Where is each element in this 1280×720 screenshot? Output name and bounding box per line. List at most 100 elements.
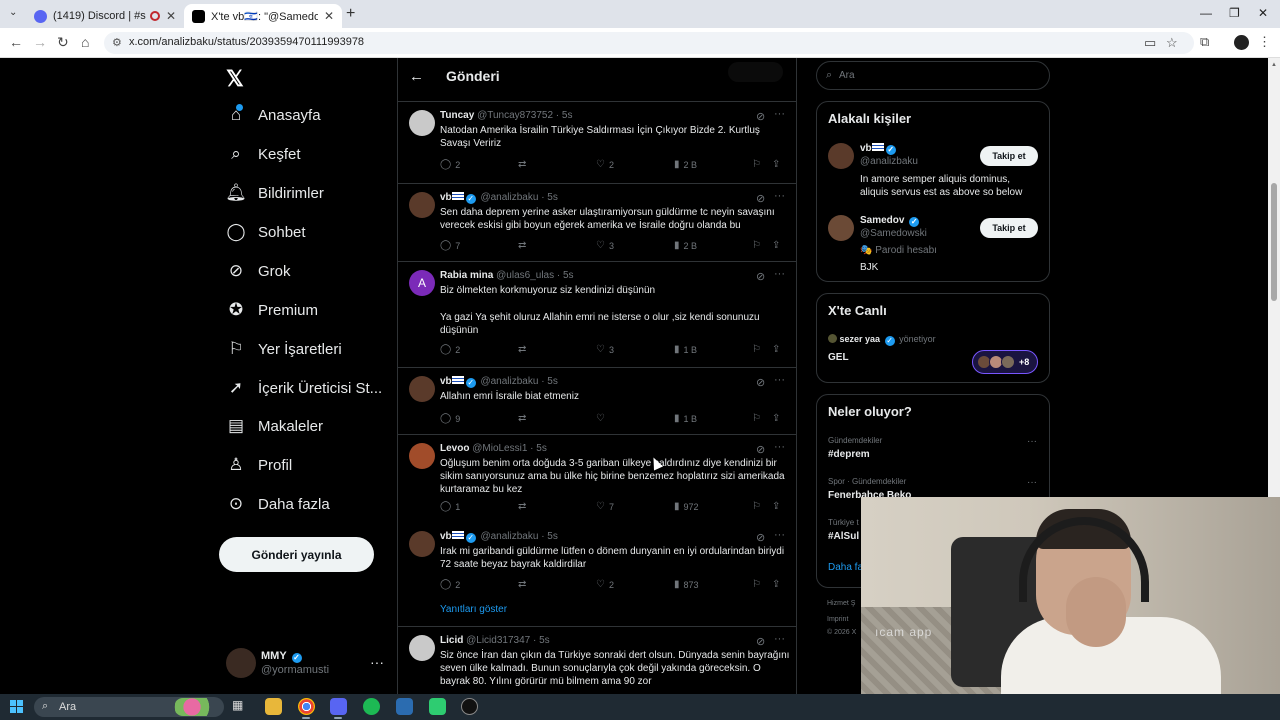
reply-button[interactable]: ◯ 7 <box>440 240 460 251</box>
follow-button[interactable]: Takip et <box>980 146 1038 166</box>
back-arrow-icon[interactable]: ← <box>409 68 424 85</box>
sidebar-item-i-çerik-üreticisi-st-[interactable]: ➚ İçerik Üreticisi St... <box>226 378 382 398</box>
views-button[interactable]: ▮ 873 <box>674 579 699 590</box>
post[interactable]: Licid @Licid317347 · 5s ⊘ ··· Siz önce İran… <box>398 627 796 694</box>
account-switcher[interactable]: MMY ✓ @yormamusti ··· <box>226 648 386 680</box>
reply-button[interactable]: ◯ 2 <box>440 579 460 590</box>
new-tab-icon[interactable]: + <box>346 5 355 23</box>
more-icon[interactable]: ··· <box>774 529 785 541</box>
windows-start-icon[interactable] <box>10 700 23 713</box>
avatar[interactable] <box>409 376 435 402</box>
repost-button[interactable]: ⇄ <box>518 501 526 512</box>
author-name[interactable]: Rabia mina <box>440 270 493 281</box>
post[interactable]: vb ✓ @analizbaku · 5s ⊘ ··· Allahın emri İsr… <box>398 368 796 435</box>
post-button[interactable]: Gönderi yayınla <box>219 537 374 572</box>
sidebar-item-yer-i-şaretleri[interactable]: ⚐ Yer İşaretleri <box>226 339 341 359</box>
avatar[interactable] <box>409 443 435 469</box>
spotify-icon[interactable] <box>363 698 380 715</box>
sidebar-item-premium[interactable]: ✪ Premium <box>226 300 318 320</box>
author-name[interactable]: vb <box>440 531 452 542</box>
avatar[interactable] <box>409 192 435 218</box>
show-more-link[interactable]: Daha fa <box>828 562 863 573</box>
reply-button[interactable]: ◯ 2 <box>440 159 460 170</box>
bookmark-star-icon[interactable]: ☆ <box>1166 35 1178 51</box>
bookmark-button[interactable]: ⚐ <box>752 240 761 251</box>
avatar[interactable] <box>409 635 435 661</box>
author-name[interactable]: vb <box>440 376 452 387</box>
grok-icon[interactable]: ⊘ <box>756 270 765 283</box>
follow-suggestion[interactable]: Samedov ✓ @Samedowski 🎭 Parodi hesabı BJ… <box>828 215 1040 275</box>
taskbar-search[interactable]: ⌕ Ara <box>34 697 224 717</box>
app-icon[interactable] <box>429 698 446 715</box>
like-button[interactable]: ♡ 3 <box>596 344 614 355</box>
tab-discord[interactable]: (1419) Discord | #sohbet | D ✕ <box>26 4 184 28</box>
chrome-icon[interactable] <box>298 698 315 715</box>
author-name[interactable]: Tuncay <box>440 110 474 121</box>
reload-icon[interactable]: ↻ <box>57 34 69 51</box>
extensions-icon[interactable]: ⧉ <box>1200 34 1209 50</box>
more-icon[interactable]: ··· <box>774 108 785 120</box>
author-name[interactable]: Licid <box>440 635 463 646</box>
grok-icon[interactable]: ⊘ <box>756 110 765 123</box>
listeners-pill[interactable]: +8 <box>972 350 1038 374</box>
more-icon[interactable]: ··· <box>774 633 785 645</box>
post[interactable]: vb ✓ @analizbaku · 5s ⊘ ··· Sen daha deprem … <box>398 184 796 262</box>
like-button[interactable]: ♡ <box>596 413 609 424</box>
views-button[interactable]: ▮ 1 B <box>674 344 697 355</box>
x-logo[interactable]: 𝕏 <box>226 66 244 92</box>
file-explorer-icon[interactable] <box>265 698 282 715</box>
tab-search-icon[interactable]: ⌄ <box>9 7 17 18</box>
show-replies-link[interactable]: Yanıtları göster <box>440 604 507 615</box>
search-input[interactable]: ⌕ Ara <box>816 61 1050 90</box>
minimize-icon[interactable]: — <box>1200 6 1212 20</box>
live-card[interactable]: X'te Canlı sezer yaa ✓ yönetiyor GEL +8 <box>816 293 1050 383</box>
discord-icon[interactable] <box>330 698 347 715</box>
scrollbar-thumb[interactable] <box>1271 183 1277 301</box>
footer-link[interactable]: Imprint <box>827 616 848 623</box>
home-icon[interactable]: ⌂ <box>81 34 89 50</box>
reply-button[interactable]: ◯ 9 <box>440 413 460 424</box>
share-button[interactable]: ⇪ <box>772 344 780 355</box>
footer-link[interactable]: Hizmet Ş <box>827 600 855 607</box>
share-button[interactable]: ⇪ <box>772 413 780 424</box>
views-button[interactable]: ▮ 972 <box>674 501 699 512</box>
sidebar-item-daha-fazla[interactable]: ⊙ Daha fazla <box>226 494 330 514</box>
more-icon[interactable]: ··· <box>1027 436 1037 447</box>
share-button[interactable]: ⇪ <box>772 240 780 251</box>
repost-button[interactable]: ⇄ <box>518 240 526 251</box>
share-button[interactable]: ⇪ <box>772 579 780 590</box>
sidebar-item-anasayfa[interactable]: ⌂ Anasayfa <box>226 105 321 125</box>
app-icon[interactable] <box>396 698 413 715</box>
share-button[interactable]: ⇪ <box>772 501 780 512</box>
tab-x-post[interactable]: X'te vb🇮🇱: "@Samedowski Türkiye ✕ <box>184 4 342 28</box>
bookmark-button[interactable]: ⚐ <box>752 344 761 355</box>
repost-button[interactable]: ⇄ <box>518 579 526 590</box>
like-button[interactable]: ♡ 2 <box>596 159 614 170</box>
reply-button[interactable]: ◯ 2 <box>440 344 460 355</box>
grok-icon[interactable]: ⊘ <box>756 376 765 389</box>
address-bar[interactable]: ⚙ x.com/analizbaku/status/20393594701119… <box>104 32 1194 54</box>
obs-icon[interactable] <box>461 698 478 715</box>
views-button[interactable]: ▮ 1 B <box>674 413 697 424</box>
repost-button[interactable]: ⇄ <box>518 413 526 424</box>
close-window-icon[interactable]: ✕ <box>1258 6 1268 20</box>
grok-icon[interactable]: ⊘ <box>756 443 765 456</box>
more-icon[interactable]: ··· <box>774 268 785 280</box>
close-tab-icon[interactable]: ✕ <box>166 9 176 23</box>
author-name[interactable]: Levoo <box>440 443 469 454</box>
browser-profile-avatar[interactable] <box>1234 35 1249 50</box>
more-icon[interactable]: ··· <box>774 441 785 453</box>
site-info-icon[interactable]: ⚙ <box>112 36 122 49</box>
views-button[interactable]: ▮ 2 B <box>674 240 697 251</box>
avatar[interactable] <box>409 531 435 557</box>
sidebar-item-keşfet[interactable]: ⌕ Keşfet <box>226 144 300 164</box>
bookmark-button[interactable]: ⚐ <box>752 413 761 424</box>
sidebar-item-profil[interactable]: ♙ Profil <box>226 455 292 475</box>
bookmark-button[interactable]: ⚐ <box>752 501 761 512</box>
restore-icon[interactable]: ❐ <box>1229 6 1240 20</box>
like-button[interactable]: ♡ 2 <box>596 579 614 590</box>
grok-icon[interactable]: ⊘ <box>756 192 765 205</box>
back-icon[interactable]: ← <box>9 34 23 50</box>
follow-suggestion[interactable]: vb ✓ @analizbaku In amore semper aliquis … <box>828 143 1040 203</box>
trend-item[interactable]: Gündemdekiler #deprem ··· <box>828 436 1040 460</box>
